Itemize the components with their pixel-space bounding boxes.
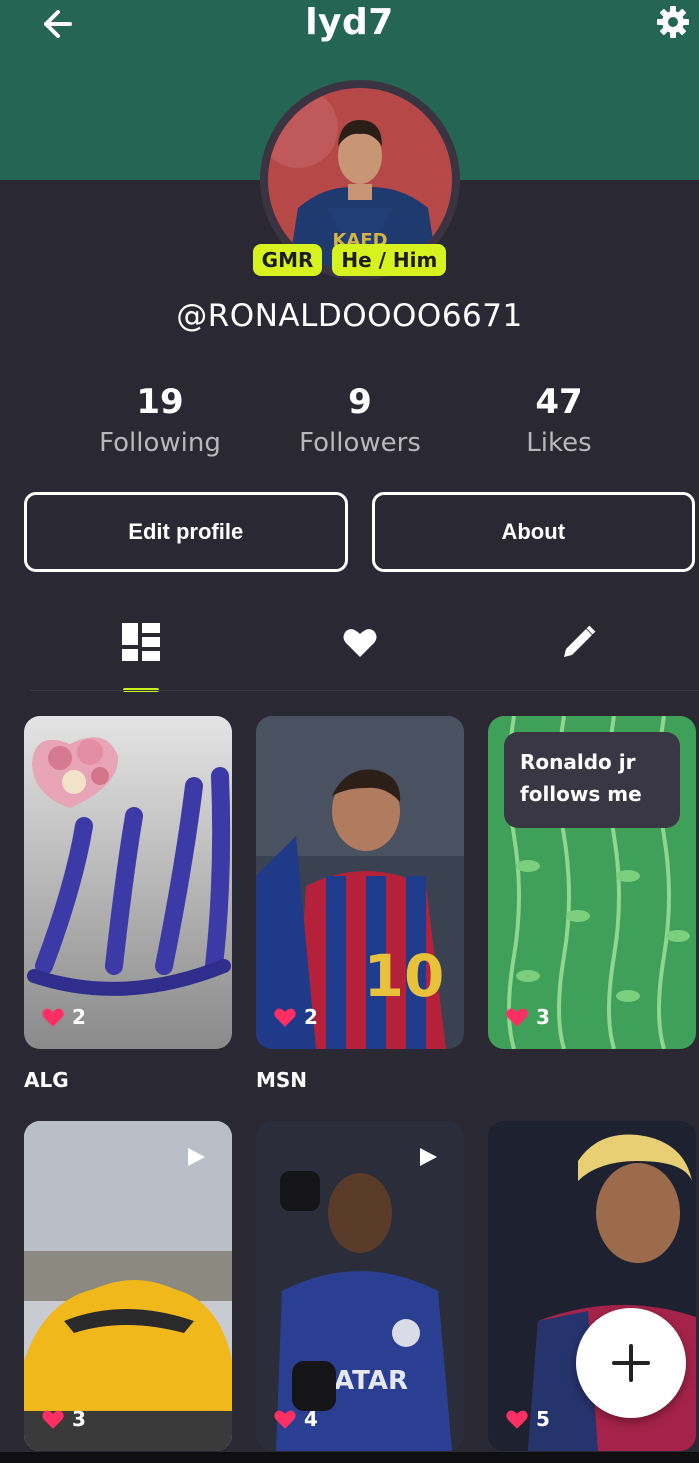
- like-count-value: 3: [72, 1407, 86, 1431]
- heart-icon: [506, 1410, 528, 1429]
- post-tile[interactable]: 10 2: [256, 716, 464, 1049]
- badge-row: GMR He / Him: [0, 244, 699, 276]
- system-nav-bar: [0, 1452, 699, 1463]
- tab-liked[interactable]: [330, 612, 390, 672]
- play-icon: [188, 1148, 205, 1166]
- pencil-icon: [564, 625, 596, 657]
- stat-following[interactable]: 19 Following: [60, 382, 260, 458]
- stat-label: Following: [99, 428, 221, 458]
- post-overlay-text: Ronaldo jr follows me: [504, 732, 680, 828]
- tabs-divider: [30, 690, 699, 691]
- edit-profile-button[interactable]: Edit profile: [24, 492, 348, 572]
- post-thumbnail: [24, 716, 232, 1049]
- grid-icon: [122, 623, 160, 661]
- badge-gmr: GMR: [252, 244, 323, 276]
- play-icon: [420, 1148, 437, 1166]
- username-handle: @RONALDOOOO6671: [176, 298, 523, 334]
- page-title: lyd7: [305, 2, 394, 43]
- post-tile[interactable]: QATAR 4: [256, 1121, 464, 1451]
- like-count-value: 3: [536, 1005, 550, 1029]
- tab-posts[interactable]: [111, 612, 171, 672]
- heart-icon: [506, 1008, 528, 1027]
- like-count-value: 2: [72, 1005, 86, 1029]
- about-button[interactable]: About: [371, 492, 695, 572]
- post-tile[interactable]: 2: [24, 716, 232, 1049]
- stat-value: 47: [535, 382, 583, 422]
- stat-value: 19: [136, 382, 184, 422]
- heart-icon: [42, 1008, 64, 1027]
- post-tile[interactable]: Ronaldo jr follows me 3: [488, 716, 696, 1049]
- post-caption: MSN: [256, 1068, 308, 1092]
- heart-icon: [343, 629, 377, 657]
- heart-icon: [274, 1410, 296, 1429]
- stats-row: 19 Following 9 Followers 47 Likes: [0, 382, 699, 472]
- post-caption: ALG: [24, 1068, 69, 1092]
- like-count: 4: [274, 1407, 318, 1431]
- create-post-button[interactable]: [576, 1308, 686, 1418]
- gear-icon: [657, 6, 689, 38]
- like-count: 3: [42, 1407, 86, 1431]
- stat-likes[interactable]: 47 Likes: [459, 382, 659, 458]
- post-thumbnail: [24, 1121, 232, 1451]
- like-count: 3: [506, 1005, 550, 1029]
- content-tabs: [30, 612, 699, 692]
- settings-button[interactable]: [653, 2, 693, 42]
- heart-icon: [274, 1008, 296, 1027]
- post-tile[interactable]: 3: [24, 1121, 232, 1451]
- like-count-value: 5: [536, 1407, 550, 1431]
- like-count: 2: [42, 1005, 86, 1029]
- like-count-value: 4: [304, 1407, 318, 1431]
- svg-text:10: 10: [364, 942, 445, 1010]
- like-count: 5: [506, 1407, 550, 1431]
- stat-value: 9: [348, 382, 372, 422]
- stat-label: Likes: [526, 428, 592, 458]
- like-count: 2: [274, 1005, 318, 1029]
- stat-label: Followers: [299, 428, 421, 458]
- heart-icon: [42, 1410, 64, 1429]
- like-count-value: 2: [304, 1005, 318, 1029]
- plus-icon: [612, 1344, 650, 1382]
- stat-followers[interactable]: 9 Followers: [260, 382, 460, 458]
- post-thumbnail: 10: [256, 716, 464, 1049]
- profile-actions: Edit profile About: [24, 492, 695, 572]
- badge-pronouns: He / Him: [332, 244, 447, 276]
- tab-drafts[interactable]: [549, 612, 609, 672]
- post-thumbnail: QATAR: [256, 1121, 464, 1451]
